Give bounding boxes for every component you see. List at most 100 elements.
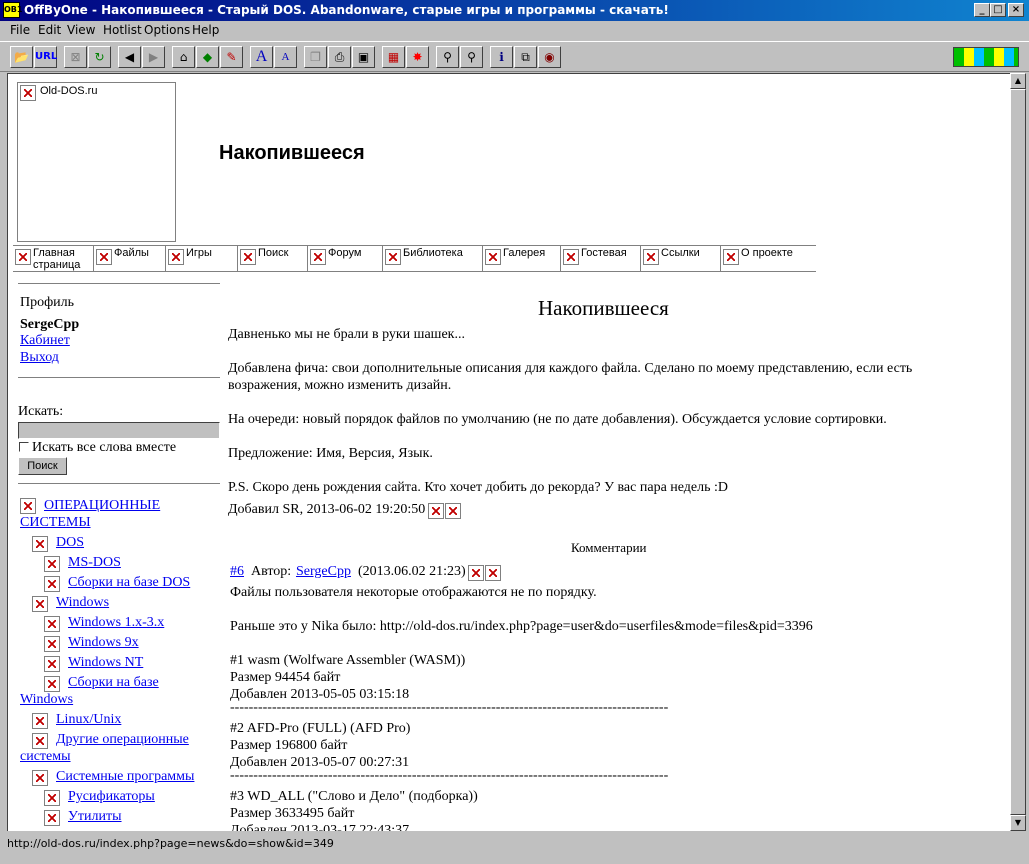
article-paragraph: Предложение: Имя, Версия, Язык. [228, 446, 433, 461]
nav-label: Главная страница [33, 247, 81, 271]
frames-icon[interactable]: ⧉ [514, 46, 537, 68]
title-bar: OB1 OffByOne - Накопившееся - Старый DOS… [0, 0, 1029, 21]
site-logo[interactable]: Old-DOS.ru [17, 82, 176, 242]
nav-item-files[interactable]: Файлы [94, 246, 166, 271]
tree-link-win-builds-cont[interactable]: Windows [20, 692, 73, 708]
tree-link-linux[interactable]: Linux/Unix [56, 712, 121, 728]
delete-icon[interactable] [445, 503, 461, 519]
cache-icon[interactable]: ◉ [538, 46, 561, 68]
broken-image-icon [32, 536, 48, 552]
print-icon[interactable]: ⎙ [328, 46, 351, 68]
nav-item-forum[interactable]: Форум [308, 246, 383, 271]
tree-link-utilities[interactable]: Утилиты [68, 809, 122, 825]
tree-link-other-os-cont[interactable]: системы [20, 749, 71, 765]
stop-icon[interactable]: ⊠ [64, 46, 87, 68]
article-paragraph: На очереди: новый порядок файлов по умол… [228, 412, 887, 427]
close-button[interactable]: × [1008, 3, 1024, 17]
article-paragraph: Давненько мы не брали в руки шашек... [228, 327, 465, 342]
scroll-up-icon[interactable]: ▲ [1010, 73, 1026, 89]
save-icon[interactable]: ▣ [352, 46, 375, 68]
forward-icon[interactable]: ▶ [142, 46, 165, 68]
window-title: OffByOne - Накопившееся - Старый DOS. Ab… [24, 3, 669, 17]
cabinet-link[interactable]: Кабинет [20, 333, 70, 349]
tree-link-other-os[interactable]: Другие операционные [56, 732, 189, 748]
broken-image-icon [44, 576, 60, 592]
menu-bar: File Edit View Hotlist Options Help [0, 21, 1029, 40]
scroll-thumb[interactable] [1010, 89, 1026, 815]
app-icon[interactable]: OB1 [3, 2, 22, 18]
font-smaller-icon[interactable]: A [274, 46, 297, 68]
divider [18, 483, 220, 485]
images-icon[interactable]: ▦ [382, 46, 405, 68]
nav-label: О проекте [741, 247, 793, 259]
search-input[interactable] [18, 422, 220, 439]
comment-line: Размер 3633495 байт [230, 806, 355, 821]
tree-link-win3x[interactable]: Windows 1.x-3.x [68, 615, 164, 631]
tree-link-win-builds[interactable]: Сборки на базе [68, 675, 159, 691]
divider [18, 283, 220, 285]
nav-item-home[interactable]: Главная страница [13, 246, 94, 271]
username: SergeCpp [20, 317, 80, 332]
menu-help[interactable]: Help [192, 23, 219, 37]
home-icon[interactable]: ⌂ [172, 46, 195, 68]
minimize-button[interactable]: _ [974, 3, 990, 17]
nav-label: Гостевая [581, 247, 627, 259]
menu-view[interactable]: View [67, 23, 95, 37]
site-nav: Главная страница Файлы Игры Поиск Форум … [13, 245, 816, 272]
tree-link-win9x[interactable]: Windows 9x [68, 635, 139, 651]
comment-author-link[interactable]: SergeCpp [296, 564, 351, 580]
search-button[interactable]: Поиск [18, 457, 67, 475]
tree-link-os[interactable]: ОПЕРАЦИОННЫЕ [44, 498, 160, 514]
tree-link-windows[interactable]: Windows [56, 595, 109, 611]
info-icon[interactable]: ℹ [490, 46, 513, 68]
broken-image-icon [310, 249, 326, 265]
broken-image-icon [485, 249, 501, 265]
tree-link-os-cont[interactable]: СИСТЕМЫ [20, 515, 91, 531]
font-larger-icon[interactable]: A [250, 46, 273, 68]
copy-icon[interactable]: ❐ [304, 46, 327, 68]
menu-edit[interactable]: Edit [38, 23, 61, 37]
maximize-button[interactable]: □ [990, 3, 1006, 17]
delete-icon[interactable] [485, 565, 501, 581]
edit-icon[interactable] [428, 503, 444, 519]
nav-item-about[interactable]: О проекте [721, 246, 816, 271]
nav-item-search[interactable]: Поиск [238, 246, 308, 271]
broken-image-icon [44, 656, 60, 672]
comment-line: #2 AFD-Pro (FULL) (AFD Pro) [230, 721, 411, 736]
logout-link[interactable]: Выход [20, 350, 59, 366]
find-next-icon[interactable]: ⚲ [460, 46, 483, 68]
menu-file[interactable]: File [10, 23, 30, 37]
nav-item-library[interactable]: Библиотека [383, 246, 483, 271]
all-words-checkbox[interactable] [19, 442, 29, 452]
bookmark-icon[interactable]: ◆ [196, 46, 219, 68]
tree-link-dos[interactable]: DOS [56, 535, 84, 551]
scroll-down-icon[interactable]: ▼ [1010, 815, 1026, 831]
broken-image-icon [44, 676, 60, 692]
search-label: Искать: [18, 404, 64, 419]
nav-item-gallery[interactable]: Галерея [483, 246, 561, 271]
tree-link-msdos[interactable]: MS-DOS [68, 555, 121, 571]
profile-heading: Профиль [20, 295, 75, 310]
edit-icon[interactable]: ✎ [220, 46, 243, 68]
url-icon[interactable]: URL [34, 46, 57, 68]
back-icon[interactable]: ◀ [118, 46, 141, 68]
tree-link-rusifiers[interactable]: Русификаторы [68, 789, 155, 805]
menu-hotlist[interactable]: Hotlist [103, 23, 142, 37]
nav-item-links[interactable]: Ссылки [641, 246, 721, 271]
comment-separator: ----------------------------------------… [230, 768, 669, 783]
reload-icon[interactable]: ↻ [88, 46, 111, 68]
tree-link-system[interactable]: Системные программы [56, 769, 194, 785]
tree-link-dos-builds[interactable]: Сборки на базе DOS [68, 575, 190, 591]
broken-image-icon [44, 616, 60, 632]
open-icon[interactable]: 📂 [10, 46, 33, 68]
burst-icon[interactable]: ✸ [406, 46, 429, 68]
nav-item-games[interactable]: Игры [166, 246, 238, 271]
edit-icon[interactable] [468, 565, 484, 581]
find-icon[interactable]: ⚲ [436, 46, 459, 68]
comment-number-link[interactable]: #6 [230, 564, 244, 580]
comment-separator: ----------------------------------------… [230, 700, 669, 715]
nav-item-guestbook[interactable]: Гостевая [561, 246, 641, 271]
vertical-scrollbar[interactable]: ▲ ▼ [1010, 73, 1026, 831]
menu-options[interactable]: Options [144, 23, 190, 37]
tree-link-winnt[interactable]: Windows NT [68, 655, 143, 671]
